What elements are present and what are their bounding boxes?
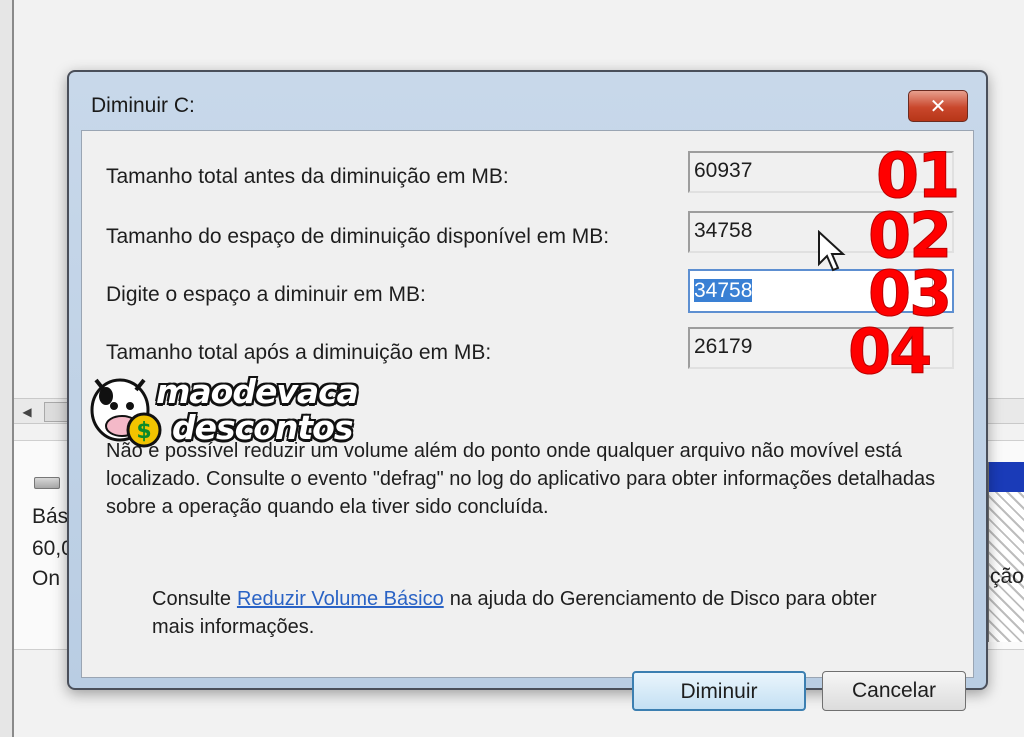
cow-mascot-icon: $ (90, 378, 162, 448)
help-message: Consulte Reduzir Volume Básico na ajuda do… (152, 585, 912, 641)
svg-text:$: $ (136, 419, 151, 444)
cancel-button[interactable]: Cancelar (822, 671, 966, 711)
mouse-cursor-icon (818, 230, 846, 272)
watermark-line2: descontos (172, 408, 353, 447)
total-after-label: Tamanho total após a diminuição em MB: (106, 341, 492, 364)
partition-header-bar (989, 462, 1024, 492)
marker-04: 04 (847, 315, 932, 389)
watermark-line1: maodevaca (156, 372, 359, 411)
watermark-logo: $ maodevaca descontos (86, 370, 359, 456)
background-window-edge (0, 0, 14, 737)
shrink-button[interactable]: Diminuir (632, 671, 806, 711)
close-icon: ✕ (929, 94, 947, 118)
dialog-titlebar[interactable]: Diminuir C: ✕ (69, 72, 986, 128)
scroll-left-icon[interactable]: ◀ (18, 403, 36, 421)
background-partition-block[interactable] (988, 462, 1024, 642)
shrink-amount-label: Digite o espaço a diminuir em MB: (106, 283, 426, 306)
dialog-title: Diminuir C: (91, 94, 195, 117)
disk-status-text: On (32, 567, 61, 590)
help-link[interactable]: Reduzir Volume Básico (237, 588, 444, 610)
help-prefix: Consulte (152, 588, 231, 610)
disk-type-text: Bás (32, 505, 69, 528)
close-button[interactable]: ✕ (908, 90, 968, 122)
available-space-label: Tamanho do espaço de diminuição disponív… (106, 225, 610, 248)
disk-icon (34, 477, 60, 489)
total-before-label: Tamanho total antes da diminuição em MB: (106, 165, 509, 188)
partition-text: ção (990, 565, 1024, 588)
shrink-amount-value[interactable]: 34758 (694, 279, 753, 302)
